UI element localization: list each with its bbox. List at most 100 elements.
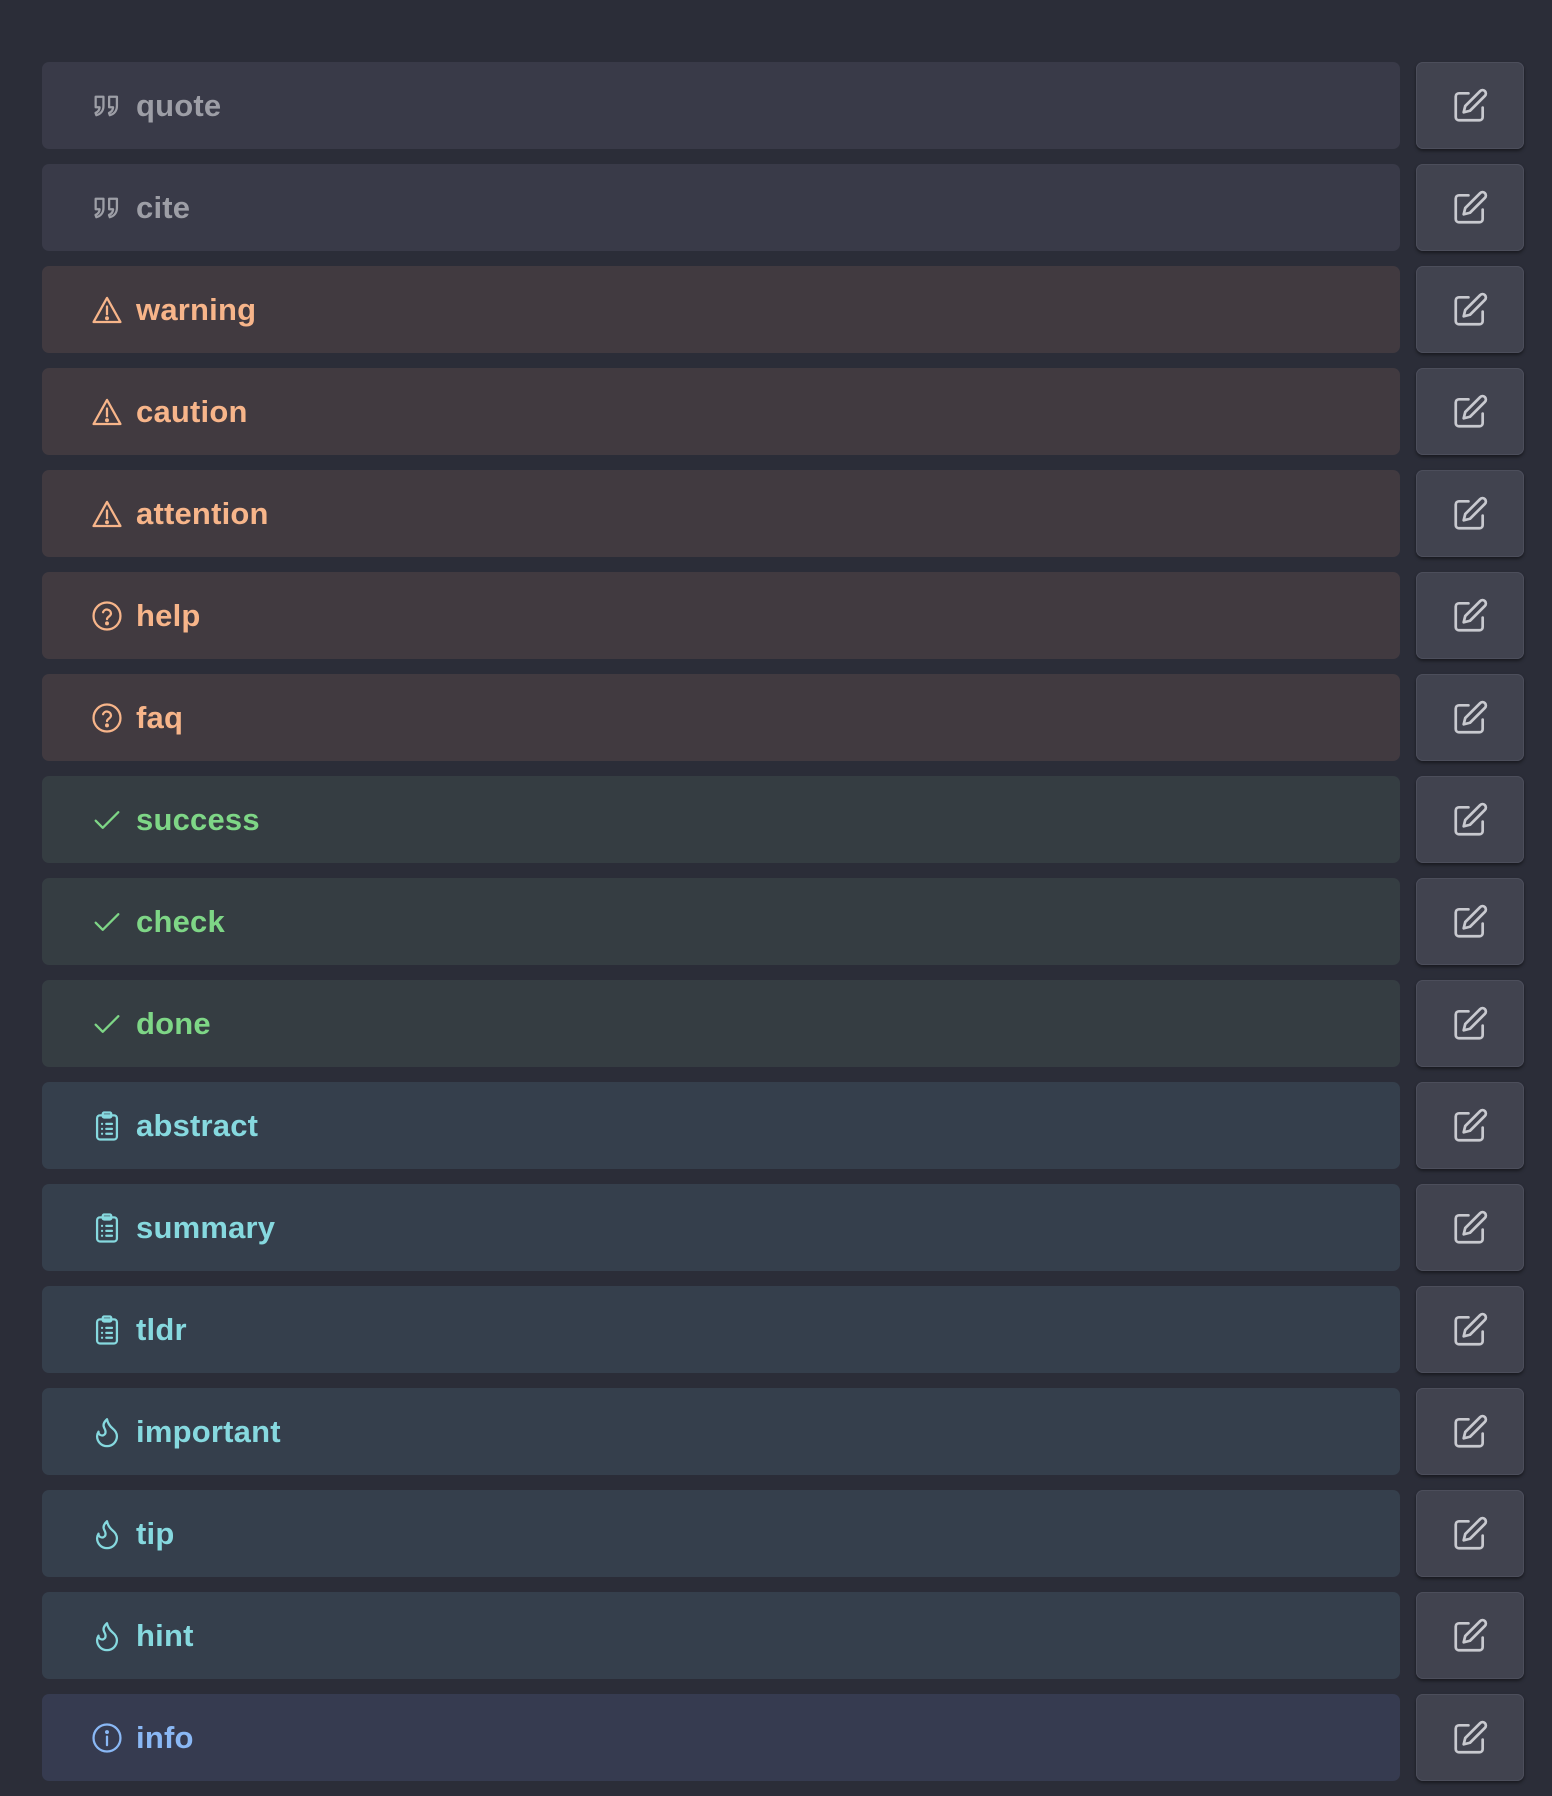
callout-preview-hint: hint — [42, 1592, 1400, 1679]
callout-preview-cite: cite — [42, 164, 1400, 251]
callout-row-quote: quote — [42, 62, 1524, 149]
flame-icon — [90, 1517, 124, 1551]
callout-row-tip: tip — [42, 1490, 1524, 1577]
callout-label: success — [136, 801, 260, 837]
edit-icon — [1451, 1107, 1489, 1145]
edit-icon — [1451, 1311, 1489, 1349]
edit-icon — [1451, 801, 1489, 839]
callout-preview-check: check — [42, 878, 1400, 965]
callout-label: help — [136, 597, 201, 633]
callout-row-check: check — [42, 878, 1524, 965]
callout-label: warning — [136, 291, 257, 327]
edit-button-tip[interactable] — [1416, 1490, 1524, 1577]
edit-icon — [1451, 1617, 1489, 1655]
callout-row-success: success — [42, 776, 1524, 863]
clipboard-list-icon — [90, 1313, 124, 1347]
edit-icon — [1451, 597, 1489, 635]
edit-button-abstract[interactable] — [1416, 1082, 1524, 1169]
edit-icon — [1451, 1209, 1489, 1247]
help-circle-icon — [90, 701, 124, 735]
info-circle-icon — [90, 1721, 124, 1755]
callout-label: check — [136, 903, 225, 939]
edit-icon — [1451, 1005, 1489, 1043]
edit-button-done[interactable] — [1416, 980, 1524, 1067]
check-icon — [90, 803, 124, 837]
callout-row-tldr: tldr — [42, 1286, 1524, 1373]
edit-icon — [1451, 699, 1489, 737]
edit-button-success[interactable] — [1416, 776, 1524, 863]
callout-row-warning: warning — [42, 266, 1524, 353]
callout-row-done: done — [42, 980, 1524, 1067]
edit-button-attention[interactable] — [1416, 470, 1524, 557]
edit-icon — [1451, 291, 1489, 329]
edit-icon — [1451, 495, 1489, 533]
clipboard-list-icon — [90, 1211, 124, 1245]
callout-label: important — [136, 1413, 281, 1449]
callout-preview-info: info — [42, 1694, 1400, 1781]
callout-row-abstract: abstract — [42, 1082, 1524, 1169]
callout-preview-attention: attention — [42, 470, 1400, 557]
callout-row-cite: cite — [42, 164, 1524, 251]
edit-button-check[interactable] — [1416, 878, 1524, 965]
edit-icon — [1451, 1515, 1489, 1553]
callout-label: summary — [136, 1209, 276, 1245]
callout-preview-tip: tip — [42, 1490, 1400, 1577]
edit-icon — [1451, 393, 1489, 431]
callout-label: caution — [136, 393, 248, 429]
edit-button-info[interactable] — [1416, 1694, 1524, 1781]
callout-preview-abstract: abstract — [42, 1082, 1400, 1169]
clipboard-list-icon — [90, 1109, 124, 1143]
callout-row-info: info — [42, 1694, 1524, 1781]
callout-preview-help: help — [42, 572, 1400, 659]
edit-button-quote[interactable] — [1416, 62, 1524, 149]
edit-icon — [1451, 1413, 1489, 1451]
edit-button-hint[interactable] — [1416, 1592, 1524, 1679]
callout-row-help: help — [42, 572, 1524, 659]
callout-label: done — [136, 1005, 211, 1041]
callout-preview-warning: warning — [42, 266, 1400, 353]
edit-button-caution[interactable] — [1416, 368, 1524, 455]
edit-button-help[interactable] — [1416, 572, 1524, 659]
callout-row-hint: hint — [42, 1592, 1524, 1679]
callout-label: tip — [136, 1515, 175, 1551]
edit-button-cite[interactable] — [1416, 164, 1524, 251]
callout-label: quote — [136, 87, 222, 123]
callout-row-summary: summary — [42, 1184, 1524, 1271]
callout-preview-important: important — [42, 1388, 1400, 1475]
callout-row-important: important — [42, 1388, 1524, 1475]
edit-button-summary[interactable] — [1416, 1184, 1524, 1271]
quote-icon — [90, 89, 124, 123]
warning-triangle-icon — [90, 395, 124, 429]
callout-preview-summary: summary — [42, 1184, 1400, 1271]
edit-icon — [1451, 87, 1489, 125]
edit-button-warning[interactable] — [1416, 266, 1524, 353]
callout-label: cite — [136, 189, 191, 225]
edit-icon — [1451, 903, 1489, 941]
callout-label: hint — [136, 1617, 194, 1653]
help-circle-icon — [90, 599, 124, 633]
callout-type-list: quote cite warning caution attention help faq s… — [42, 62, 1524, 1796]
callout-label: faq — [136, 699, 184, 735]
check-icon — [90, 905, 124, 939]
callout-label: abstract — [136, 1107, 259, 1143]
callout-label: tldr — [136, 1311, 187, 1347]
edit-button-important[interactable] — [1416, 1388, 1524, 1475]
flame-icon — [90, 1415, 124, 1449]
callout-preview-done: done — [42, 980, 1400, 1067]
warning-triangle-icon — [90, 293, 124, 327]
callout-preview-quote: quote — [42, 62, 1400, 149]
callout-row-attention: attention — [42, 470, 1524, 557]
edit-icon — [1451, 189, 1489, 227]
callout-row-caution: caution — [42, 368, 1524, 455]
flame-icon — [90, 1619, 124, 1653]
callout-label: info — [136, 1719, 194, 1755]
edit-button-tldr[interactable] — [1416, 1286, 1524, 1373]
callout-preview-faq: faq — [42, 674, 1400, 761]
edit-button-faq[interactable] — [1416, 674, 1524, 761]
callout-label: attention — [136, 495, 269, 531]
check-icon — [90, 1007, 124, 1041]
callout-preview-caution: caution — [42, 368, 1400, 455]
warning-triangle-icon — [90, 497, 124, 531]
quote-icon — [90, 191, 124, 225]
callout-preview-success: success — [42, 776, 1400, 863]
